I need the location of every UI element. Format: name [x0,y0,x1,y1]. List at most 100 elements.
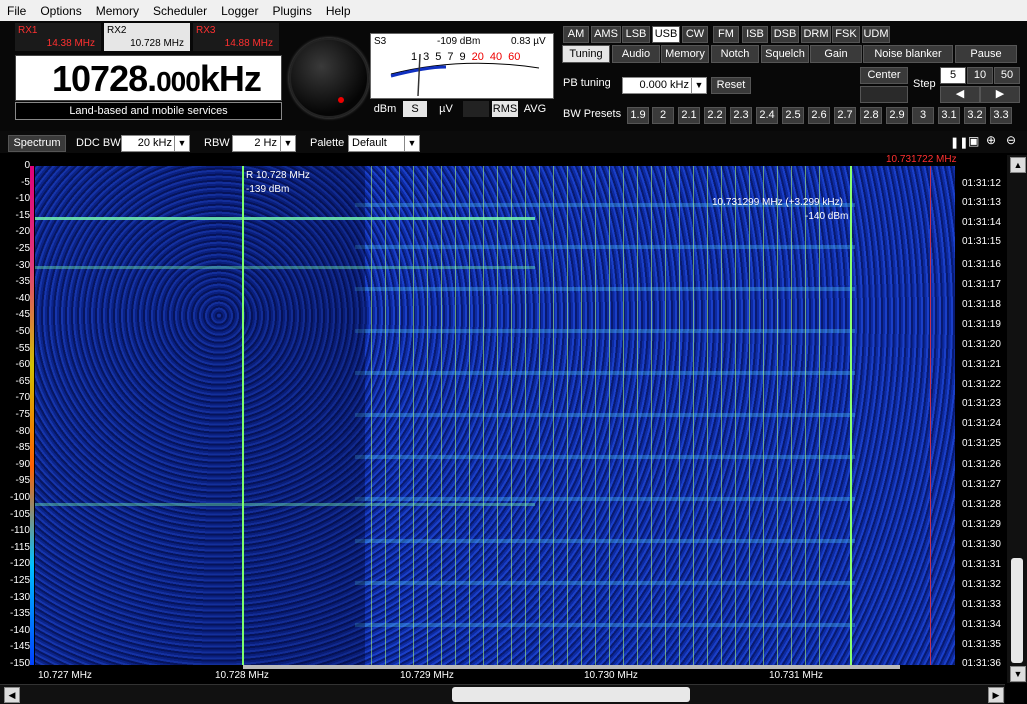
scroll-right-icon[interactable]: ▶ [988,687,1004,703]
mode-drm[interactable]: DRM [801,26,831,43]
bw-preset-button[interactable]: 2.8 [860,107,882,124]
time-label: 01:31:14 [962,217,1001,228]
save-icon[interactable]: ▣ [968,134,979,148]
tab-gain[interactable]: Gain [810,45,862,63]
bw-preset-button[interactable]: 2.5 [782,107,804,124]
ddc-bw-select[interactable]: 20 kHz [121,135,176,152]
bw-preset-button[interactable]: 2 [652,107,674,124]
bw-preset-button[interactable]: 2.3 [730,107,752,124]
rx3-name: RX3 [196,25,216,36]
meter-dbm-button[interactable]: dBm [370,101,400,117]
menu-plugins[interactable]: Plugins [265,4,318,18]
y-label: -40 [15,293,30,304]
bw-preset-button[interactable]: 3 [912,107,934,124]
mode-isb[interactable]: ISB [742,26,768,43]
tab-pause[interactable]: Pause [955,45,1017,63]
signal-trace [35,503,535,506]
vscroll-thumb[interactable] [1011,558,1023,663]
spectrum-button[interactable]: Spectrum [8,135,66,152]
receiver-marker-line[interactable] [242,166,244,665]
y-label: -35 [15,276,30,287]
tab-tuning[interactable]: Tuning [562,45,610,63]
scroll-left-icon[interactable]: ◀ [4,687,20,703]
meter-avg-button[interactable]: AVG [521,101,549,117]
mode-lsb[interactable]: LSB [622,26,650,43]
y-label: -60 [15,359,30,370]
meter-uv-button[interactable]: µV [432,101,460,117]
tuning-knob[interactable] [289,38,369,118]
mode-udm[interactable]: UDM [862,26,890,43]
bw-preset-button[interactable]: 3.3 [990,107,1012,124]
ddc-bw-dropdown[interactable]: ▼ [174,135,190,152]
bw-preset-button[interactable]: 2.7 [834,107,856,124]
time-label: 01:31:35 [962,639,1001,650]
zoom-in-icon[interactable]: ⊕ [986,133,996,147]
filter-edge-line[interactable] [850,166,852,665]
tab-notch[interactable]: Notch [711,45,759,63]
horizontal-scrollbar[interactable]: ◀ ▶ [0,684,1005,704]
pb-tuning-input[interactable]: 0.000 kHz [622,77,693,94]
bw-preset-button[interactable]: 2.1 [678,107,700,124]
y-label: -75 [15,409,30,420]
step-10-button[interactable]: 10 [967,67,993,84]
menu-logger[interactable]: Logger [214,4,265,18]
bw-preset-button[interactable]: 3.1 [938,107,960,124]
time-label: 01:31:24 [962,418,1001,429]
step-up-button[interactable]: ▶ [980,86,1020,103]
mode-usb[interactable]: USB [652,26,680,43]
menu-file[interactable]: File [0,4,33,18]
pb-tuning-dropdown[interactable]: ▼ [691,77,707,94]
scroll-up-icon[interactable]: ▲ [1010,157,1026,173]
rbw-select[interactable]: 2 Hz [232,135,281,152]
pause-icon[interactable]: ❚❚ [950,136,968,149]
mode-fsk[interactable]: FSK [832,26,860,43]
meter-rms-button[interactable]: RMS [492,101,518,117]
menu-options[interactable]: Options [33,4,88,18]
rx3-tab[interactable]: RX3 14.88 MHz [193,23,279,51]
y-label: -95 [15,475,30,486]
y-label: -120 [9,558,30,569]
vertical-scrollbar[interactable]: ▲ ▼ [1007,155,1027,683]
step-5-button[interactable]: 5 [940,67,966,84]
step-down-button[interactable]: ◀ [940,86,980,103]
mode-dsb[interactable]: DSB [771,26,799,43]
y-label: -130 [9,592,30,603]
bw-preset-button[interactable]: 2.2 [704,107,726,124]
meter-blank-button[interactable] [463,101,489,117]
rx1-tab[interactable]: RX1 14.38 MHz [15,23,101,51]
bw-preset-button[interactable]: 1.9 [627,107,649,124]
mode-fm[interactable]: FM [713,26,739,43]
tab-noise-blanker[interactable]: Noise blanker [863,45,953,63]
frequency-display[interactable]: 10728.000kHz [15,55,282,101]
mode-ams[interactable]: AMS [591,26,621,43]
mode-am[interactable]: AM [563,26,589,43]
time-label: 01:31:15 [962,236,1001,247]
bw-preset-button[interactable]: 2.9 [886,107,908,124]
tab-audio[interactable]: Audio [612,45,660,63]
zoom-out-icon[interactable]: ⊖ [1006,133,1016,147]
rbw-dropdown[interactable]: ▼ [280,135,296,152]
rx2-tab[interactable]: RX2 10.728 MHz [104,23,190,51]
mode-cw[interactable]: CW [682,26,708,43]
center-secondary-button[interactable] [860,86,908,103]
bw-preset-button[interactable]: 3.2 [964,107,986,124]
step-50-button[interactable]: 50 [994,67,1020,84]
menu-help[interactable]: Help [319,4,358,18]
meter-s-button[interactable]: S [403,101,427,117]
tab-memory[interactable]: Memory [661,45,709,63]
palette-select[interactable]: Default [348,135,408,152]
scroll-thumb[interactable] [452,687,690,702]
scroll-down-icon[interactable]: ▼ [1010,666,1026,682]
tab-squelch[interactable]: Squelch [761,45,809,63]
bw-preset-button[interactable]: 2.4 [756,107,778,124]
menu-bar: File Options Memory Scheduler Logger Plu… [0,0,1027,22]
palette-dropdown[interactable]: ▼ [404,135,420,152]
arrow-right-icon: ▶ [995,88,1005,100]
y-label: -55 [15,343,30,354]
center-button[interactable]: Center [860,67,908,84]
time-label: 01:31:23 [962,398,1001,409]
menu-scheduler[interactable]: Scheduler [146,4,214,18]
pb-reset-button[interactable]: Reset [711,77,751,94]
menu-memory[interactable]: Memory [89,4,146,18]
bw-preset-button[interactable]: 2.6 [808,107,830,124]
